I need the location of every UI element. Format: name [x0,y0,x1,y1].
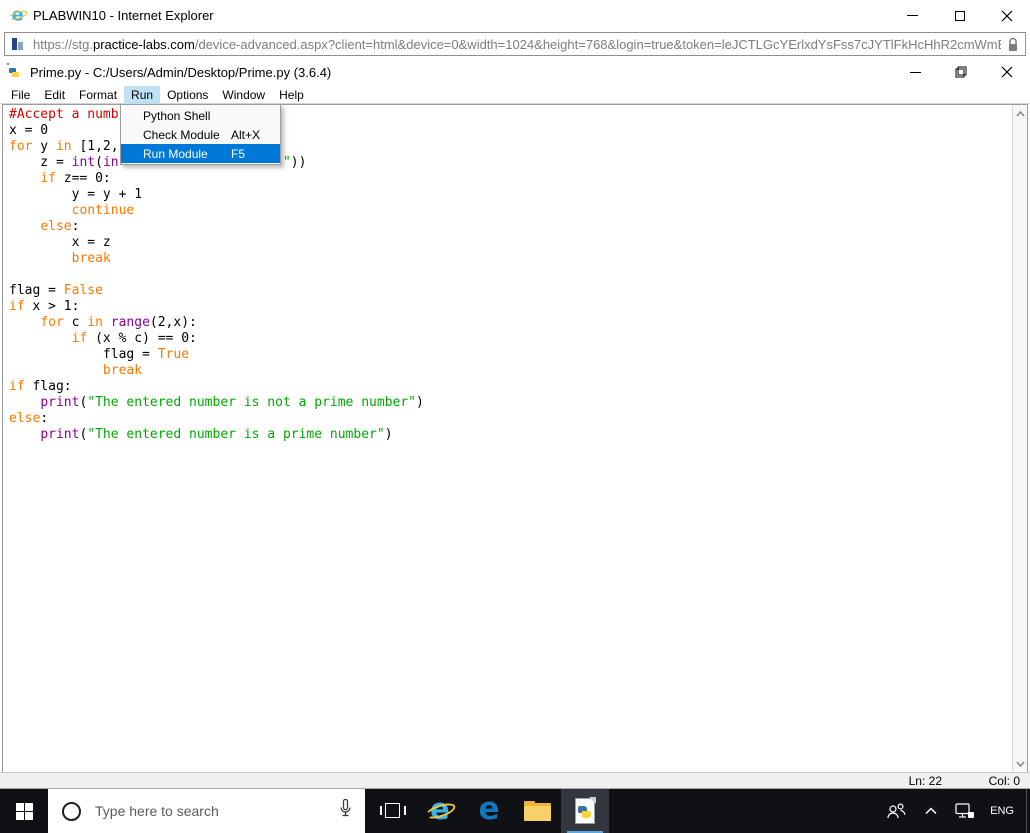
idle-close-button[interactable] [984,58,1030,86]
ie-minimize-button[interactable] [889,0,936,31]
editor-pane[interactable]: #Accept a numb x = 0 for y in [1,2, z = in… [2,104,1028,772]
menu-run[interactable]: Run [124,86,161,104]
minimize-icon [907,15,918,16]
ie-window-title: PLABWIN10 - Internet Explorer [33,8,214,23]
show-desktop-button[interactable] [1026,789,1030,833]
task-view-icon [380,802,406,820]
start-button[interactable] [0,789,48,833]
menu-edit[interactable]: Edit [37,86,72,104]
menu-item-accelerator: F5 [231,146,246,161]
search-placeholder: Type here to search [95,803,219,819]
run-dropdown-menu: Python Shell Check Module Alt+X Run Module F… [120,104,281,165]
ie-close-button[interactable] [983,0,1030,31]
security-lock-icon [1009,37,1017,51]
menu-item-label: Python Shell [143,108,211,123]
vertical-scrollbar[interactable] [1012,105,1027,772]
code-line: flag = False [9,283,103,298]
address-input[interactable]: https://stg.practice-labs.com/device-adv… [4,32,1026,56]
ie-address-bar-row: https://stg.practice-labs.com/device-adv… [0,31,1030,58]
close-icon [1001,10,1012,21]
people-icon[interactable] [876,789,916,833]
code-line: if z== 0: [40,171,111,186]
taskbar-file-explorer[interactable] [513,789,561,833]
code-line: continue [71,203,135,218]
taskbar-internet-explorer[interactable]: e [417,789,465,833]
chevron-up-icon [1016,110,1025,117]
menu-item-python-shell[interactable]: Python Shell [121,106,280,125]
code-line: else: [40,219,80,234]
code-line: if (x % c) == 0: [71,331,197,346]
code-line: print("The entered number is a prime num… [40,427,393,442]
idle-minimize-button[interactable] [892,58,938,86]
menu-item-accelerator: Alt+X [231,127,261,142]
network-icon[interactable] [946,789,984,833]
taskbar-search-box[interactable]: Type here to search [48,789,365,833]
python-file-icon [575,797,596,824]
system-tray: ENG [876,789,1030,833]
internet-explorer-icon: e [7,4,29,25]
menu-format[interactable]: Format [72,86,124,104]
menu-bar: File Edit Format Run Options Window Help [0,86,1030,104]
menu-file[interactable]: File [4,86,37,104]
code-area[interactable]: #Accept a numb x = 0 for y in [1,2, z = in… [3,105,1012,772]
code-line: if flag: [9,379,72,394]
task-view-button[interactable] [369,789,417,833]
taskbar-python-idle-active[interactable] [561,789,609,833]
language-indicator[interactable]: ENG [984,805,1026,817]
windows-logo-icon [15,802,33,820]
code-line: break [102,363,143,378]
code-line: else: [9,411,49,426]
chevron-down-icon [1016,760,1025,767]
code-line: y = y + 1 [9,187,143,202]
menu-item-run-module[interactable]: Run Module F5 [121,144,280,163]
close-icon [1001,66,1013,78]
edge-icon: e [478,791,500,827]
menu-item-label: Run Module [143,146,208,161]
idle-window-title: Prime.py - C:/Users/Admin/Desktop/Prime.… [30,65,332,80]
code-line: break [71,251,111,266]
maximize-icon [954,10,965,21]
idle-window: Prime.py - C:/Users/Admin/Desktop/Prime.… [0,58,1030,789]
taskbar-edge[interactable]: e [465,789,513,833]
site-favicon [11,37,25,51]
screen: e PLABWIN10 - Internet Explorer https://… [0,0,1030,833]
internet-explorer-icon: e [423,792,458,826]
address-url: https://stg.practice-labs.com/device-adv… [33,36,1001,52]
microphone-icon[interactable] [338,798,353,824]
code-line: for c in range(2,x): [40,315,197,330]
scroll-up-button[interactable] [1013,106,1027,121]
code-line: if x > 1: [9,299,80,314]
menu-help[interactable]: Help [272,86,311,104]
idle-restore-button[interactable] [938,58,984,86]
tray-overflow-chevron-up-icon[interactable] [916,789,946,833]
idle-status-bar: Ln: 22 Col: 0 [0,772,1030,789]
taskbar: Type here to search e e ENG [0,789,1030,833]
restore-icon [955,66,967,78]
ie-maximize-button[interactable] [936,0,983,31]
menu-item-label: Check Module [143,127,220,142]
status-line-number: Ln: 22 [908,774,942,788]
menu-window[interactable]: Window [215,86,272,104]
code-line: flag = True [9,347,190,362]
cortana-icon [62,801,81,821]
status-column-number: Col: 0 [988,774,1020,788]
ie-titlebar: e PLABWIN10 - Internet Explorer [0,0,1030,31]
code-line: print("The entered number is not a prime… [40,395,424,410]
menu-item-check-module[interactable]: Check Module Alt+X [121,125,280,144]
minimize-icon [909,71,921,73]
code-line: x = z [9,235,111,250]
scroll-down-button[interactable] [1013,756,1027,771]
menu-options[interactable]: Options [160,86,215,104]
file-explorer-icon [523,801,551,821]
idle-titlebar: Prime.py - C:/Users/Admin/Desktop/Prime.… [0,58,1030,86]
